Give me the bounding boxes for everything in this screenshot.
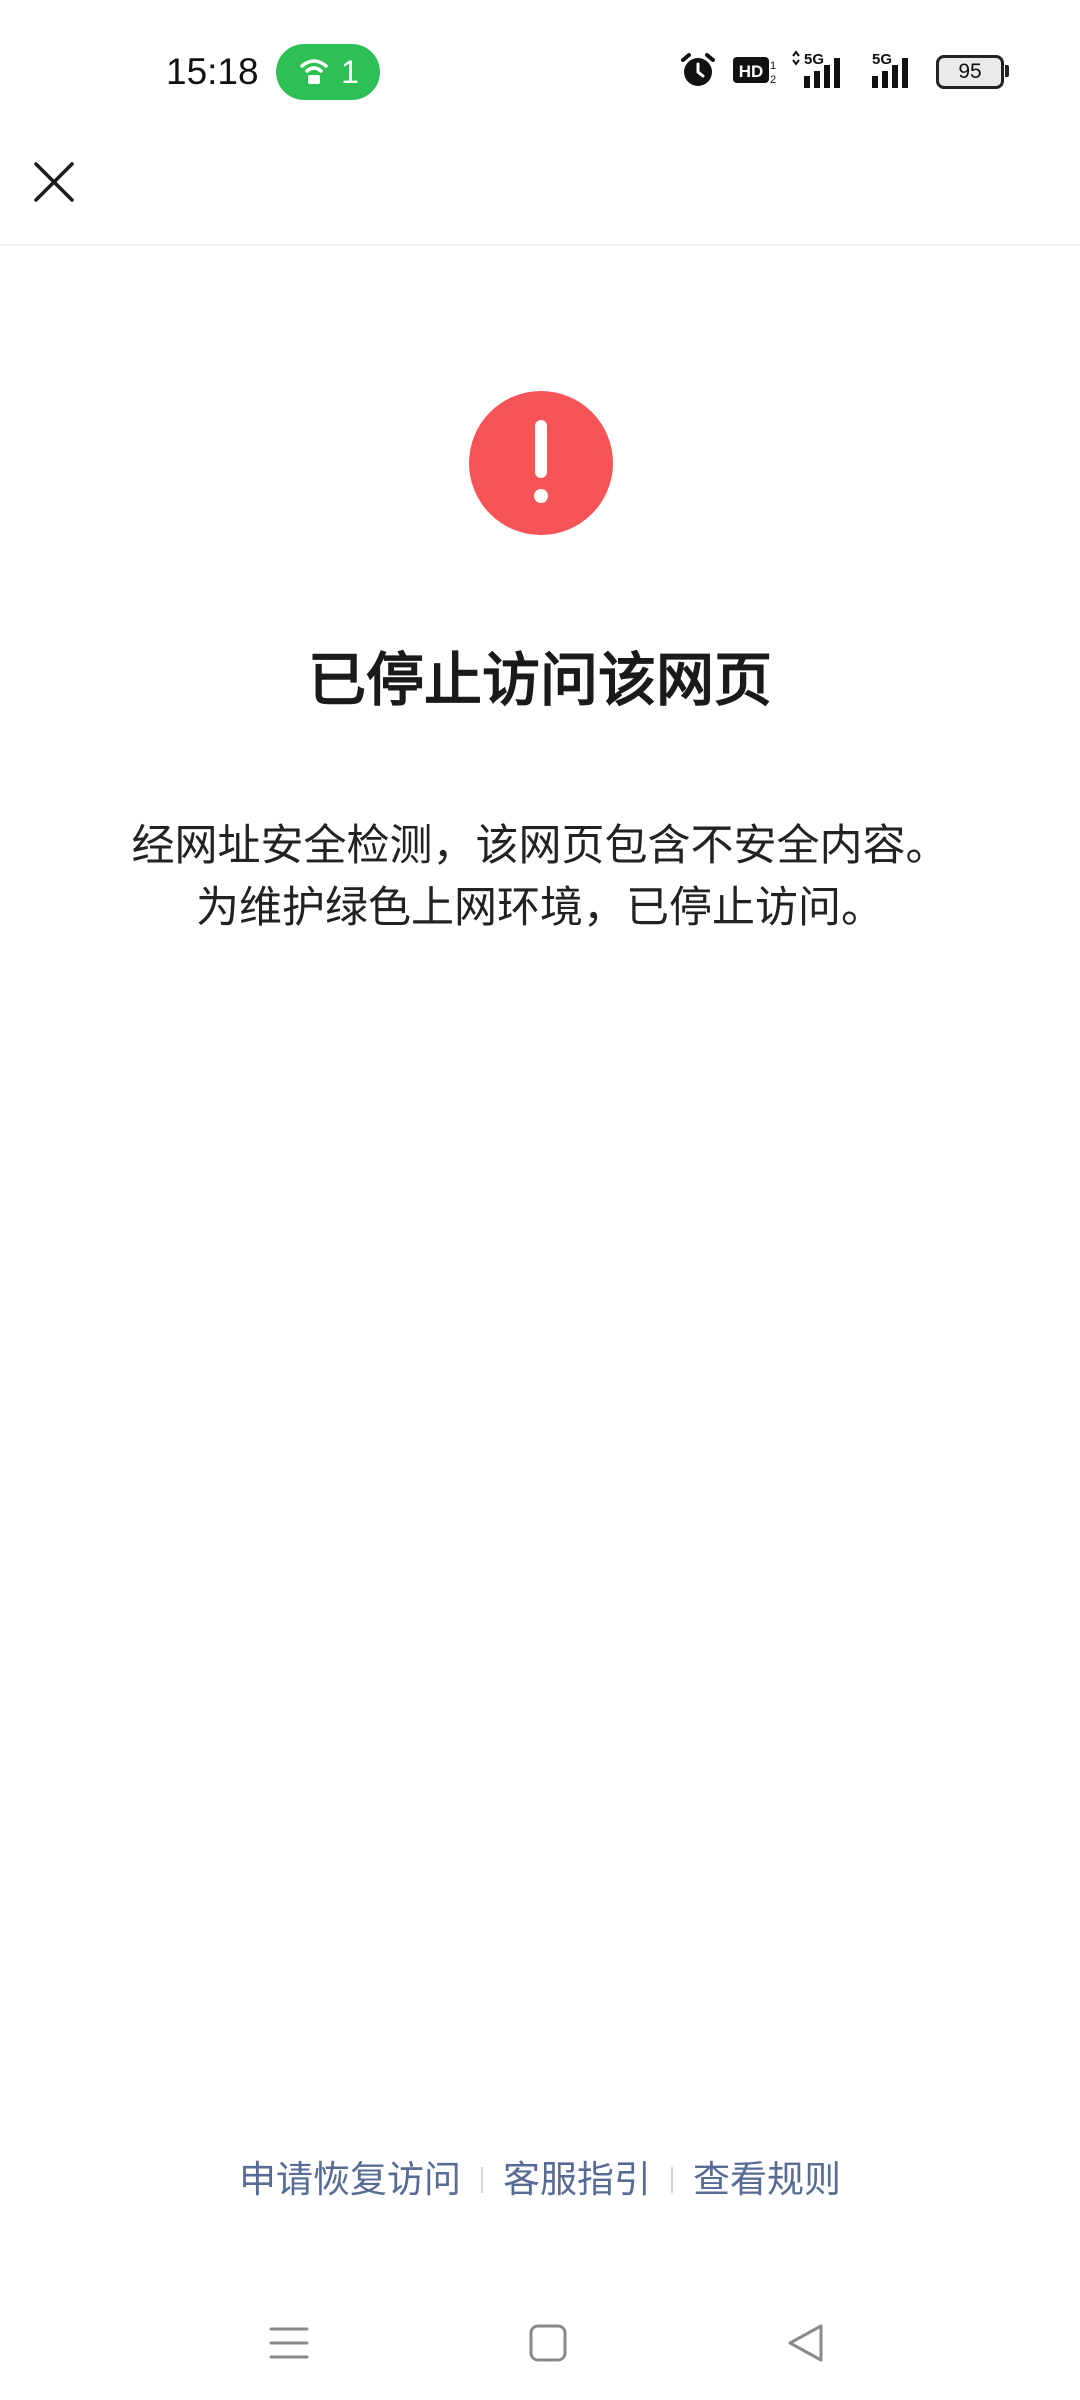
alarm-icon — [678, 50, 718, 94]
home-button[interactable] — [513, 2310, 583, 2380]
description-line-2: 为维护绿色上网环境，已停止访问。 — [196, 883, 884, 933]
svg-text:2: 2 — [770, 74, 776, 86]
close-icon — [32, 160, 76, 208]
screen: 15:18 1 HD 1 2 5G 5G 95 已停止访问该网页 经网址安全检测… — [0, 0, 1080, 2400]
hotspot-indicator[interactable]: 1 — [276, 44, 380, 100]
status-icons: HD 1 2 5G 5G 95 — [678, 48, 1009, 96]
exclamation-icon — [468, 391, 614, 540]
svg-text:1: 1 — [770, 60, 776, 72]
description-line-1: 经网址安全检测，该网页包含不安全内容。 — [131, 821, 949, 871]
hotspot-icon — [297, 53, 331, 91]
signal-5g-icon: 5G — [790, 50, 854, 94]
request-restore-access-link[interactable]: 申请恢复访问 — [219, 2152, 481, 2208]
page-title: 已停止访问该网页 — [307, 646, 772, 714]
top-nav — [0, 140, 1080, 246]
footer-links: 申请恢复访问 客服指引 查看规则 — [0, 2150, 1080, 2210]
hotspot-count: 1 — [341, 53, 359, 90]
back-icon — [785, 2323, 825, 2367]
battery-level: 95 — [958, 60, 982, 83]
hd-label: HD — [739, 62, 764, 81]
status-time: 15:18 — [166, 51, 259, 92]
battery-icon: 95 — [936, 55, 1009, 89]
customer-service-guide-link[interactable]: 客服指引 — [483, 2152, 671, 2208]
view-rules-link[interactable]: 查看规则 — [673, 2152, 861, 2208]
system-nav-bar — [0, 2290, 1080, 2400]
home-icon — [528, 2323, 568, 2367]
warning-icon-wrap — [468, 390, 614, 536]
network-label-2: 5G — [872, 51, 892, 68]
signal-5g-icon: 5G — [868, 50, 922, 94]
back-button[interactable] — [770, 2310, 840, 2380]
close-button[interactable] — [24, 154, 84, 214]
menu-icon — [269, 2323, 309, 2367]
description: 经网址安全检测，该网页包含不安全内容。 为维护绿色上网环境，已停止访问。 — [60, 815, 1020, 939]
status-bar: 15:18 1 HD 1 2 5G 5G 95 — [0, 0, 1080, 140]
network-label-1: 5G — [804, 51, 824, 68]
menu-button[interactable] — [254, 2310, 324, 2380]
hd-voice-icon: HD 1 2 — [732, 53, 776, 91]
